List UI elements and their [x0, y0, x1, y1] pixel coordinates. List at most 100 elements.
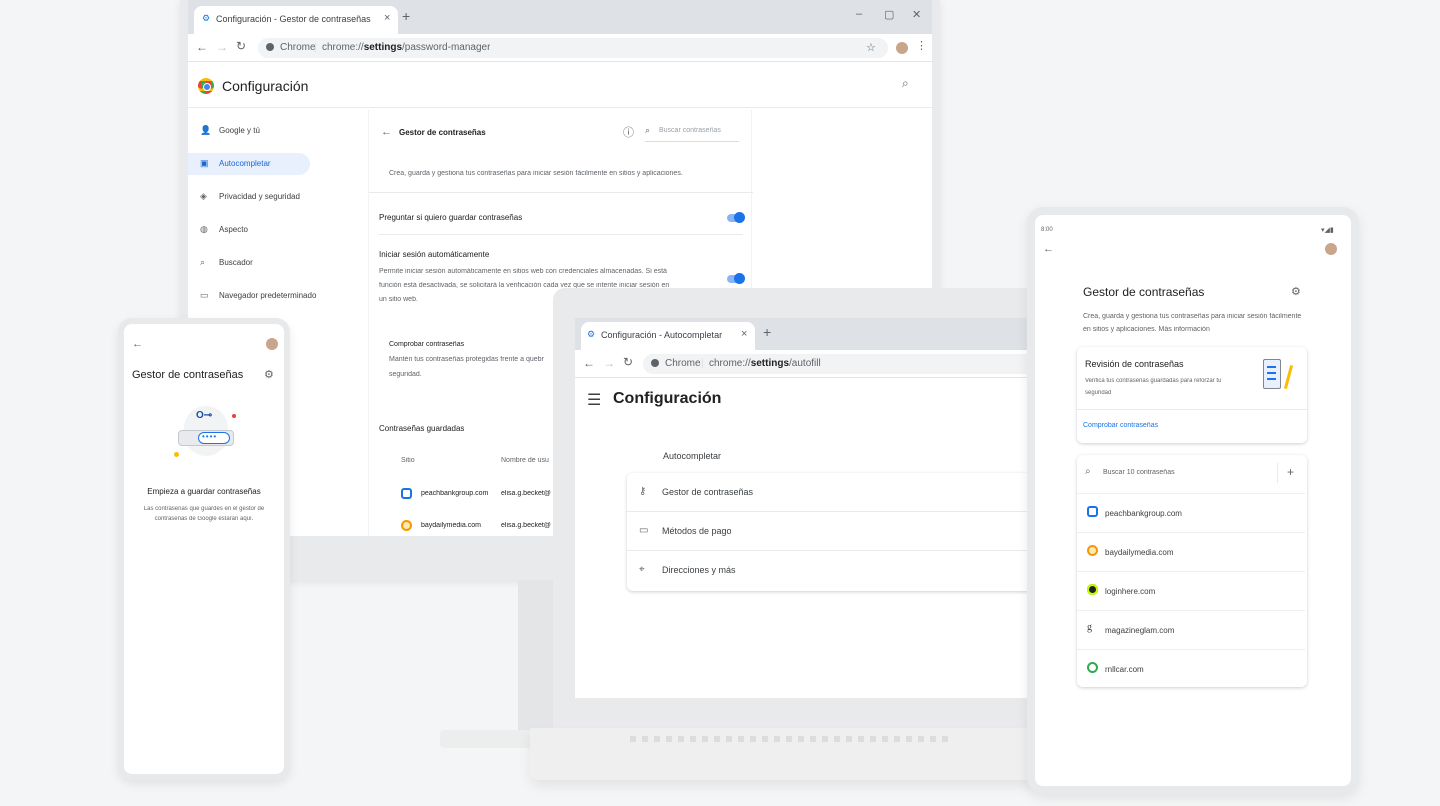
- url-divider: |: [701, 358, 704, 369]
- panel-description: Crea, guarda y gestiona tus contraseñas …: [389, 170, 683, 177]
- menu-item-payment-methods[interactable]: ▭ Métodos de pago: [627, 512, 1053, 551]
- autosignin-toggle[interactable]: [727, 273, 745, 284]
- back-arrow-icon[interactable]: ←: [132, 338, 143, 350]
- browser-tab[interactable]: ⚙ Configuración - Gestor de contraseñas …: [194, 6, 398, 34]
- tab-close-icon[interactable]: ×: [741, 328, 747, 340]
- monitor-stand: [518, 580, 558, 730]
- checkup-desc-2: seguridad: [1085, 390, 1112, 396]
- new-tab-button[interactable]: +: [402, 8, 410, 24]
- help-icon[interactable]: ⓘ: [623, 124, 634, 140]
- hamburger-menu-icon[interactable]: ☰: [587, 390, 601, 410]
- address-bar[interactable]: Chrome | chrome://settings/password-mana…: [258, 38, 888, 58]
- autosignin-desc-3: un sitio web.: [379, 296, 418, 303]
- check-desc-2: seguridad.: [389, 371, 422, 378]
- sidebar-item-label: Aspecto: [219, 225, 248, 234]
- address-bar[interactable]: Chrome | chrome://settings/autofill: [643, 354, 1053, 374]
- search-passwords-input[interactable]: ⌕ Buscar contraseñas: [645, 122, 739, 142]
- minimize-button[interactable]: –: [856, 8, 862, 20]
- key-icon: O⊸: [196, 410, 213, 421]
- checkup-title: Revisión de contraseñas: [1085, 359, 1184, 369]
- tablet-screen: 8:00 ▾◢▮ ← Gestor de contraseñas ⚙ Crea,…: [1035, 215, 1351, 786]
- sidebar-item-privacy[interactable]: ◈ Privacidad y seguridad: [188, 186, 310, 208]
- sidebar-item-autofill[interactable]: ▣ Autocompletar: [188, 153, 310, 175]
- laptop-browser-window: ⚙ Configuración - Autocompletar × + ← → …: [575, 318, 1053, 698]
- loginhere-icon: [1087, 584, 1098, 595]
- search-placeholder: Buscar contraseñas: [659, 127, 721, 134]
- password-checkup-card: Revisión de contraseñas Verifica tus con…: [1077, 347, 1307, 443]
- back-arrow-icon[interactable]: ←: [196, 40, 208, 54]
- gear-icon[interactable]: ⚙: [264, 368, 274, 381]
- kebab-menu-icon[interactable]: ⋮: [916, 39, 927, 52]
- check-passwords-link[interactable]: Comprobar contraseñas: [1083, 422, 1158, 429]
- list-item-label: rnllcar.com: [1105, 665, 1144, 674]
- phone: ← Gestor de contraseñas ⚙ •••• O⊸ Empiez…: [118, 318, 290, 780]
- profile-avatar[interactable]: [1325, 243, 1337, 255]
- tab-strip: ⚙ Configuración - Autocompletar × +: [575, 318, 1053, 350]
- close-window-button[interactable]: ✕: [912, 8, 921, 21]
- search-passwords-input[interactable]: ⌕ Buscar 10 contraseñas +: [1077, 455, 1307, 491]
- profile-avatar[interactable]: [266, 338, 278, 350]
- browser-icon: ▭: [200, 290, 209, 300]
- pencil-icon: [1283, 365, 1294, 389]
- forward-arrow-icon[interactable]: →: [603, 356, 615, 370]
- menu-item-label: Direcciones y más: [662, 565, 736, 575]
- list-item[interactable]: g magazineglam.com: [1077, 610, 1305, 649]
- forward-arrow-icon[interactable]: →: [216, 40, 228, 54]
- new-tab-button[interactable]: +: [763, 324, 771, 340]
- back-arrow-icon[interactable]: ←: [1043, 243, 1054, 255]
- menu-item-password-manager[interactable]: ⚷ Gestor de contraseñas: [627, 473, 1053, 512]
- search-icon: ⌕: [200, 257, 206, 267]
- person-icon: 👤: [200, 125, 212, 135]
- url-text: chrome://settings/autofill: [709, 358, 821, 369]
- search-icon: ⌕: [645, 125, 651, 135]
- reload-icon[interactable]: ↻: [623, 355, 633, 369]
- maximize-button[interactable]: ▢: [884, 8, 894, 21]
- divider: [1277, 463, 1278, 483]
- menu-item-label: Métodos de pago: [662, 526, 732, 536]
- bookmark-star-icon[interactable]: ☆: [866, 41, 876, 54]
- back-arrow-icon[interactable]: ←: [583, 356, 595, 370]
- sidebar-item-google[interactable]: 👤 Google y tú: [188, 120, 310, 142]
- tab-close-icon[interactable]: ×: [384, 12, 390, 24]
- baydaily-icon: [401, 520, 412, 531]
- search-icon[interactable]: ⌕: [902, 76, 909, 91]
- tab-title: Configuración - Autocompletar: [601, 330, 723, 340]
- tablet: 8:00 ▾◢▮ ← Gestor de contraseñas ⚙ Crea,…: [1027, 207, 1359, 794]
- baydaily-icon: [1087, 545, 1098, 556]
- list-item-label: magazineglam.com: [1105, 626, 1175, 635]
- site-info-icon[interactable]: [651, 359, 659, 367]
- key-icon: ⚷: [639, 486, 647, 497]
- tablet-description-2: en sitios y aplicaciones. Más informació…: [1083, 326, 1210, 333]
- sidebar-item-label: Google y tú: [219, 126, 260, 135]
- status-icons: ▾◢▮: [1321, 227, 1334, 234]
- passwords-illustration: •••• O⊸: [174, 404, 238, 460]
- list-item[interactable]: baydailymedia.com: [1077, 532, 1305, 571]
- tablet-title: Gestor de contraseñas: [1083, 285, 1205, 299]
- sidebar-item-appearance[interactable]: ◍ Aspecto: [188, 219, 310, 241]
- site-info-icon[interactable]: [266, 43, 274, 51]
- saved-passwords-list: ⌕ Buscar 10 contraseñas + peachbankgroup…: [1077, 455, 1307, 687]
- list-item[interactable]: peachbankgroup.com: [1077, 493, 1305, 532]
- chrome-logo-icon: [198, 78, 214, 94]
- add-password-button[interactable]: +: [1287, 465, 1294, 479]
- menu-item-addresses[interactable]: ⌖ Direcciones y más: [627, 551, 1053, 590]
- tablet-description-1: Crea, guarda y gestiona tus contraseñas …: [1083, 313, 1302, 320]
- search-icon: ⌕: [1085, 466, 1091, 477]
- browser-tab[interactable]: ⚙ Configuración - Autocompletar ×: [581, 322, 755, 350]
- page-title: Configuración: [222, 78, 309, 94]
- peachbank-icon: [1087, 506, 1098, 517]
- gear-icon[interactable]: ⚙: [1291, 285, 1301, 298]
- row-user: elisa.g.becket@: [501, 490, 551, 497]
- reload-icon[interactable]: ↻: [236, 39, 246, 53]
- list-item[interactable]: loginhere.com: [1077, 571, 1305, 610]
- menu-item-label: Gestor de contraseñas: [662, 487, 754, 497]
- profile-avatar[interactable]: [896, 42, 908, 54]
- sidebar-item-default-browser[interactable]: ▭ Navegador predeterminado: [188, 285, 338, 307]
- autosignin-desc-1: Permite iniciar sesión automáticamente e…: [379, 268, 667, 275]
- sidebar-item-search-engine[interactable]: ⌕ Buscador: [188, 252, 310, 274]
- toolbar: ← → ↻ Chrome | chrome://settings/passwor…: [188, 34, 932, 62]
- list-item[interactable]: rnllcar.com: [1077, 649, 1305, 688]
- offer-save-toggle[interactable]: [727, 212, 745, 223]
- laptop-keyboard-base: [530, 728, 1050, 780]
- back-arrow-icon[interactable]: ←: [381, 126, 392, 138]
